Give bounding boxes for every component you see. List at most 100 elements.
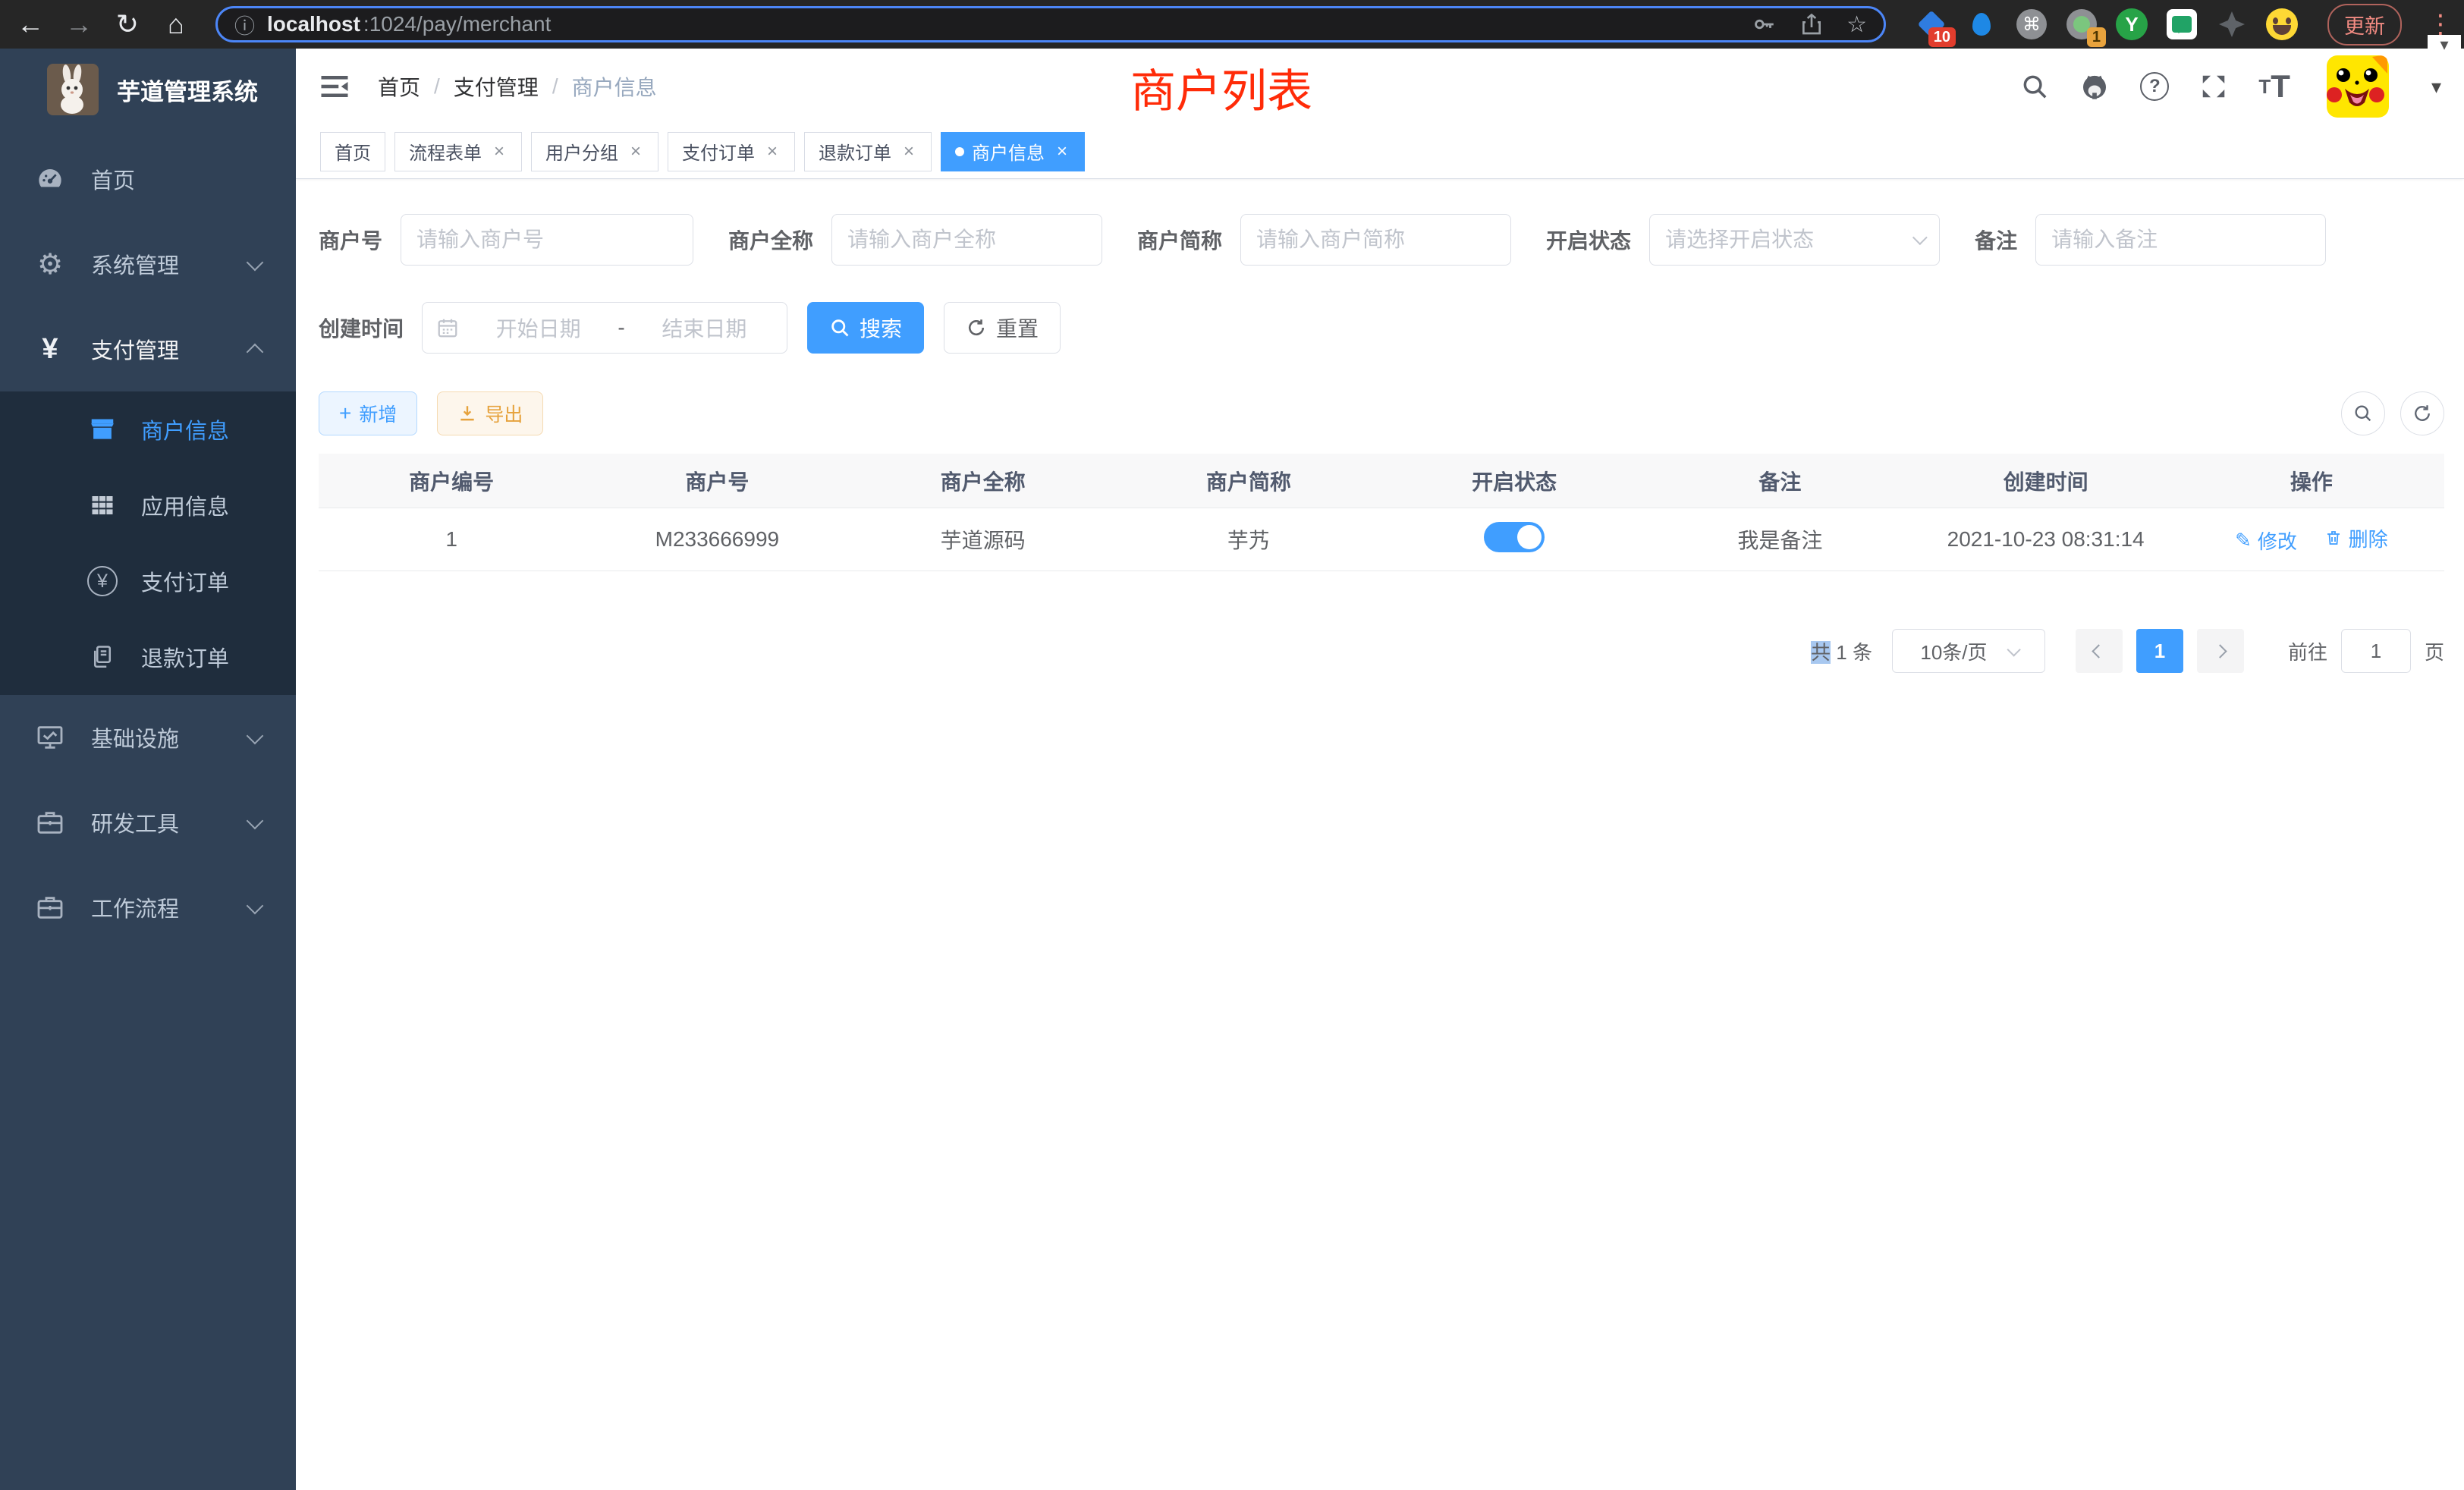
chevron-right-icon [2214,644,2227,658]
col-merchant-name: 商户全称 [850,466,1116,496]
scrollbar-caret-icon[interactable]: ▾ [2428,35,2461,55]
password-key-icon[interactable] [1751,11,1777,37]
status-label: 开启状态 [1546,225,1631,255]
export-button[interactable]: 导出 [437,391,543,435]
extension-recorder-icon[interactable]: 1 [2065,8,2098,41]
annotation-merchant-list: 商户列表 [1130,55,1312,121]
briefcase-icon [32,892,68,923]
status-select[interactable] [1649,214,1940,266]
font-size-icon[interactable]: TT [2258,71,2290,102]
extension-chat-icon[interactable] [2165,8,2198,41]
submenu-item-label: 退款订单 [141,641,229,673]
next-page-button[interactable] [2197,629,2244,673]
date-separator: - [618,316,624,340]
close-icon[interactable]: × [1054,141,1070,162]
avatar[interactable] [2327,55,2389,118]
col-merchant-short: 商户简称 [1116,466,1381,496]
tab-pay-order[interactable]: 支付订单 × [668,132,795,171]
close-icon[interactable]: × [764,141,781,162]
extension-command-icon[interactable]: ⌘ [2015,8,2048,41]
sidebar-item-label: 工作流程 [91,891,179,923]
address-bar[interactable]: ⓘ localhost :1024/pay/merchant ☆ [215,6,1886,42]
sidebar-item-infra[interactable]: 基础设施 [0,695,296,780]
merchant-short-input[interactable] [1240,214,1511,266]
add-button[interactable]: + 新增 [319,391,417,435]
merchant-no-input[interactable] [401,214,693,266]
start-date-placeholder[interactable]: 开始日期 [470,313,607,343]
sidebar-collapse-icon[interactable] [319,70,352,103]
status-toggle[interactable] [1484,522,1545,552]
sidebar-item-home[interactable]: 首页 [0,137,296,222]
create-time-range-picker[interactable]: 开始日期 - 结束日期 [422,302,787,354]
extension-pinwheel-icon[interactable] [2215,8,2249,41]
end-date-placeholder[interactable]: 结束日期 [636,313,773,343]
close-icon[interactable]: × [900,141,917,162]
browser-forward-icon[interactable]: → [64,0,94,49]
goto-page-input[interactable] [2341,629,2411,673]
tags-view: 首页 流程表单 × 用户分组 × 支付订单 × 退款订单 × 商户信息 × [296,124,2464,179]
tab-merchant-info[interactable]: 商户信息 × [941,132,1085,171]
edit-link[interactable]: ✎ 修改 [2235,527,2297,555]
extension-y-icon[interactable]: Y [2115,8,2148,41]
search-icon[interactable] [2020,72,2049,101]
chrome-update-button[interactable]: 更新 [2327,4,2402,46]
prev-page-button[interactable] [2076,629,2123,673]
close-icon[interactable]: × [627,141,644,162]
table-toolbar: + 新增 导出 [319,391,2444,435]
merchant-short-label: 商户简称 [1137,225,1222,255]
breadcrumb-pay[interactable]: 支付管理 [454,71,539,102]
tab-user-group[interactable]: 用户分组 × [531,132,658,171]
share-icon[interactable] [1799,12,1824,36]
sidebar-item-workflow[interactable]: 工作流程 [0,865,296,950]
merchant-no-label: 商户号 [319,225,382,255]
delete-link[interactable]: 删除 [2324,524,2388,552]
search-button[interactable]: 搜索 [807,302,924,354]
extension-kite-icon[interactable] [1965,8,1998,41]
reset-button-label: 重置 [996,313,1039,343]
tab-refund-order[interactable]: 退款订单 × [804,132,932,171]
breadcrumb-current: 商户信息 [572,71,657,102]
bookmark-star-icon[interactable]: ☆ [1846,11,1867,38]
close-icon[interactable]: × [491,141,508,162]
url-host: localhost [267,12,360,36]
extension-emoji-icon[interactable] [2265,8,2299,41]
tab-home[interactable]: 首页 [320,132,385,171]
sidebar-item-label: 支付管理 [91,333,179,365]
sidebar-logo[interactable]: 芋道管理系统 [0,49,296,130]
browser-back-icon[interactable]: ← [15,0,46,49]
col-merchant-id: 商户编号 [319,466,584,496]
sidebar-item-refund-order[interactable]: 退款订单 [0,619,296,695]
help-icon[interactable]: ? [2140,72,2169,101]
browser-home-icon[interactable]: ⌂ [161,0,191,49]
toolbox-icon [32,807,68,838]
pagination-total: 共 1 条 [1811,637,1872,665]
page-1-button[interactable]: 1 [2136,629,2183,673]
remark-input[interactable] [2035,214,2326,266]
sidebar-item-pay[interactable]: ¥ 支付管理 [0,306,296,391]
extension-diamond-icon[interactable]: 10 [1915,8,1948,41]
yen-icon: ¥ [32,333,68,366]
toggle-search-button[interactable] [2341,391,2385,435]
page-size-select[interactable]: 10条/页 [1892,629,2045,673]
tab-label: 首页 [335,138,371,165]
cell-merchant-no: M233666999 [584,527,850,552]
reset-button[interactable]: 重置 [944,302,1061,354]
sidebar-item-dev-tools[interactable]: 研发工具 [0,780,296,865]
yen-circle-icon: ¥ [85,566,120,596]
browser-reload-icon[interactable]: ↻ [112,0,143,49]
sidebar-item-merchant-info[interactable]: 商户信息 [0,391,296,467]
fullscreen-icon[interactable] [2199,72,2228,101]
sidebar-item-app-info[interactable]: 应用信息 [0,467,296,543]
browser-extensions: 10 ⌘ 1 Y [1915,8,2299,41]
refresh-button[interactable] [2400,391,2444,435]
cell-merchant-id: 1 [319,527,584,552]
github-icon[interactable] [2079,71,2110,102]
sidebar-item-system[interactable]: ⚙ 系统管理 [0,222,296,306]
sidebar-item-pay-order[interactable]: ¥ 支付订单 [0,543,296,619]
breadcrumb-home[interactable]: 首页 [378,71,420,102]
site-info-icon[interactable]: ⓘ [234,10,255,39]
submenu-item-label: 应用信息 [141,489,229,521]
tab-process-form[interactable]: 流程表单 × [394,132,522,171]
avatar-caret-icon[interactable]: ▾ [2431,75,2441,99]
merchant-name-input[interactable] [831,214,1102,266]
